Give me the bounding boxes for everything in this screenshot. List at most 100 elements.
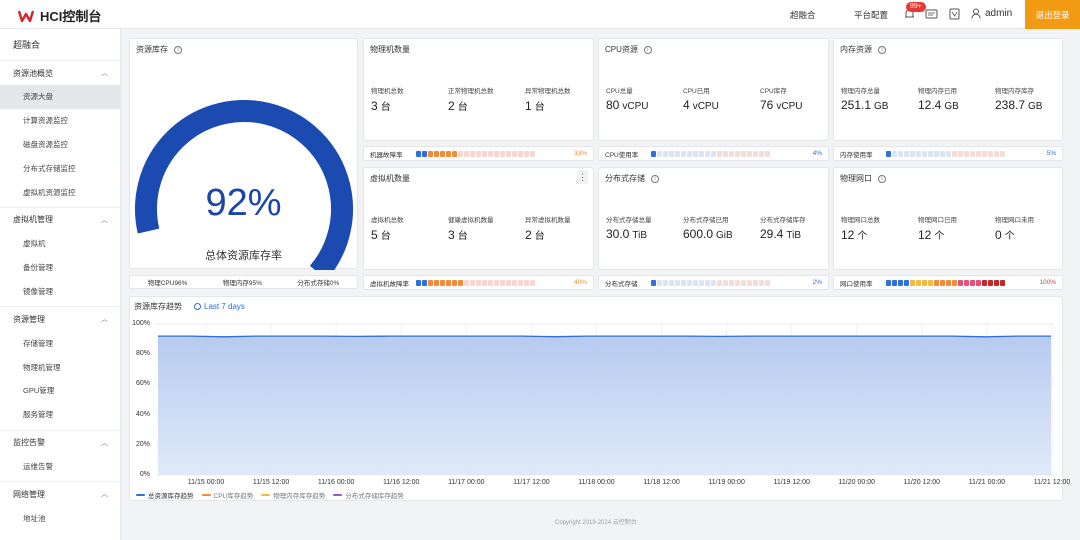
sidebar-item-disk-monitor[interactable]: 磁盘资源监控 [0, 133, 120, 157]
bar-segment [422, 279, 427, 286]
sidebar-item-hosts[interactable]: 物理机管理 [0, 355, 120, 379]
sidebar-item-backup[interactable]: 备份管理 [0, 256, 120, 280]
logout-button[interactable]: 退出登录 [1025, 0, 1080, 29]
nav-hyperconverged[interactable]: 超融合 [790, 9, 816, 21]
legend-item-cpu[interactable]: CPU库存趋势 [201, 490, 253, 500]
bar-segment [765, 150, 770, 157]
nic-usage-bar: 网口使用率 100% [833, 275, 1063, 290]
info-icon[interactable]: i [878, 174, 886, 183]
bar-percent: 100% [1039, 279, 1056, 286]
legend-item-memory[interactable]: 物理内存库存趋势 [261, 490, 325, 500]
message-icon[interactable] [925, 8, 938, 20]
bar-segment [892, 279, 897, 286]
gauge-breakdown: 物理CPU96% 物理内存95% 分布式存储0% [129, 275, 358, 289]
stat-label: 物理网口总数 [841, 217, 880, 224]
app-title: HCI控制台 [40, 9, 102, 24]
stat: 物理机总数 3 台 [371, 85, 404, 113]
user-menu[interactable]: admin [971, 8, 1012, 19]
stat: 物理网口总数 12 个 [841, 214, 880, 242]
breakdown-storage: 分布式存储0% [297, 280, 340, 287]
sidebar-group-head[interactable]: 虚拟机管理 ︿ [0, 208, 120, 232]
bar-segment [512, 150, 517, 157]
sidebar-item-compute-monitor[interactable]: 计算资源监控 [0, 109, 120, 133]
more-menu-icon[interactable]: ⋮ [577, 170, 588, 184]
bar-segment [416, 150, 421, 157]
top-bar: HCI控制台 超融合 平台配置 99+ admin 退出登录 [0, 0, 1080, 29]
bar-segment [970, 279, 975, 286]
sidebar-group-head[interactable]: 监控告警 ︿ [0, 431, 120, 455]
sidebar-group-head[interactable]: 资源池概览 ︿ [0, 61, 120, 85]
x-tick-label: 11/17 12:00 [513, 479, 550, 486]
bar-segment [946, 150, 951, 157]
x-tick-label: 11/17 00:00 [448, 479, 485, 486]
nic-card: 物理网口 i 物理网口总数 12 个 物理网口已用 12 个 物理网口未用 0 个 [833, 167, 1063, 270]
legend-swatch [261, 494, 271, 496]
x-tick-label: 11/21 00:00 [968, 479, 1006, 486]
legend-swatch [136, 494, 145, 496]
stat-value: 76 vCPU [760, 98, 803, 112]
info-icon[interactable]: i [643, 45, 652, 54]
bar-segment [500, 150, 505, 157]
x-tick-label: 11/16 00:00 [317, 479, 355, 486]
bar-segment [464, 150, 469, 157]
chevron-up-icon: ︿ [101, 216, 108, 224]
sidebar-group-head[interactable]: 资源管理 ︿ [0, 307, 120, 331]
info-icon[interactable]: i [878, 45, 886, 54]
sidebar-item-storage[interactable]: 存储管理 [0, 331, 120, 355]
info-icon[interactable]: i [651, 174, 659, 183]
group-label: 虚拟机管理 [13, 215, 53, 225]
sidebar-title[interactable]: 超融合 [0, 29, 120, 61]
stat-label: 正常物理机总数 [448, 88, 494, 95]
cpu-card: CPU资源 i CPU总量 80 vCPU CPU已用 4 vCPU CPU库存 76 vC… [598, 38, 829, 141]
bar-segment [910, 279, 915, 286]
bar-segment [458, 150, 463, 157]
stat-label: 分布式存储已用 [683, 217, 729, 224]
logo[interactable]: HCI控制台 [18, 6, 101, 25]
document-icon[interactable] [948, 8, 961, 20]
bar-segment [663, 150, 668, 157]
sidebar-item-gpu[interactable]: GPU管理 [0, 379, 120, 403]
sidebar-item-resource-dashboard[interactable]: 资源大盘 [0, 85, 120, 109]
sidebar-group-resource: 资源管理 ︿ 存储管理 物理机管理 GPU管理 服务管理 [0, 307, 120, 431]
bar-segment [892, 150, 897, 157]
stat: CPU总量 80 vCPU [606, 85, 648, 112]
sidebar-group-head[interactable]: 网络管理 ︿ [0, 482, 120, 506]
legend-item-total[interactable]: 总资源库存趋势 [136, 490, 194, 500]
group-label: 资源池概览 [13, 68, 53, 78]
bar-segment [711, 279, 716, 286]
sidebar-item-storage-monitor[interactable]: 分布式存储监控 [0, 156, 120, 180]
nav-platform-config[interactable]: 平台配置 [854, 9, 888, 21]
bar-segment [886, 150, 891, 157]
legend-item-storage[interactable]: 分布式存储库存趋势 [333, 490, 404, 500]
bar-segment [952, 150, 957, 157]
stat-value: 12 个 [841, 228, 868, 242]
sidebar-item-services[interactable]: 服务管理 [0, 403, 120, 427]
stat-value: 3台 [448, 228, 468, 242]
chevron-up-icon: ︿ [101, 491, 108, 499]
bar-segment [922, 150, 927, 157]
bar-segment [916, 279, 921, 286]
sidebar-item-vm-monitor[interactable]: 虚拟机资源监控 [0, 180, 120, 204]
sidebar-item-address-pool[interactable]: 地址池 [0, 506, 120, 530]
sidebar-item-image[interactable]: 镜像管理 [0, 280, 120, 304]
stat-label: 物理内存总量 [841, 88, 880, 95]
bar-segment [506, 150, 511, 157]
x-tick-label: 11/21 12:00 [1033, 479, 1071, 486]
bar-segment [657, 279, 662, 286]
sidebar-item-vm[interactable]: 虚拟机 [0, 232, 120, 256]
bar-segment [416, 279, 421, 286]
sidebar-item-ops-alerts[interactable]: 运维告警 [0, 455, 120, 479]
bar-segment [663, 279, 668, 286]
stat: 物理内存总量 251.1 GB [841, 85, 888, 112]
stat-label: 物理内存已用 [918, 88, 957, 95]
y-tick-label: 40% [135, 410, 150, 418]
stat: 物理内存库存 238.7 GB [995, 85, 1042, 112]
storage-card: 分布式存储 i 分布式存储总量 30.0 TiB 分布式存储已用 600.0 GiB 分… [598, 167, 829, 270]
y-tick-label: 0% [139, 471, 150, 478]
series-area-total [158, 336, 1051, 475]
bar-segment [1000, 150, 1005, 157]
gauge-ring [135, 100, 353, 270]
stat-label: 异常物理机总数 [525, 88, 571, 95]
bar-segment [717, 150, 722, 157]
bar-blocks [886, 150, 1047, 157]
